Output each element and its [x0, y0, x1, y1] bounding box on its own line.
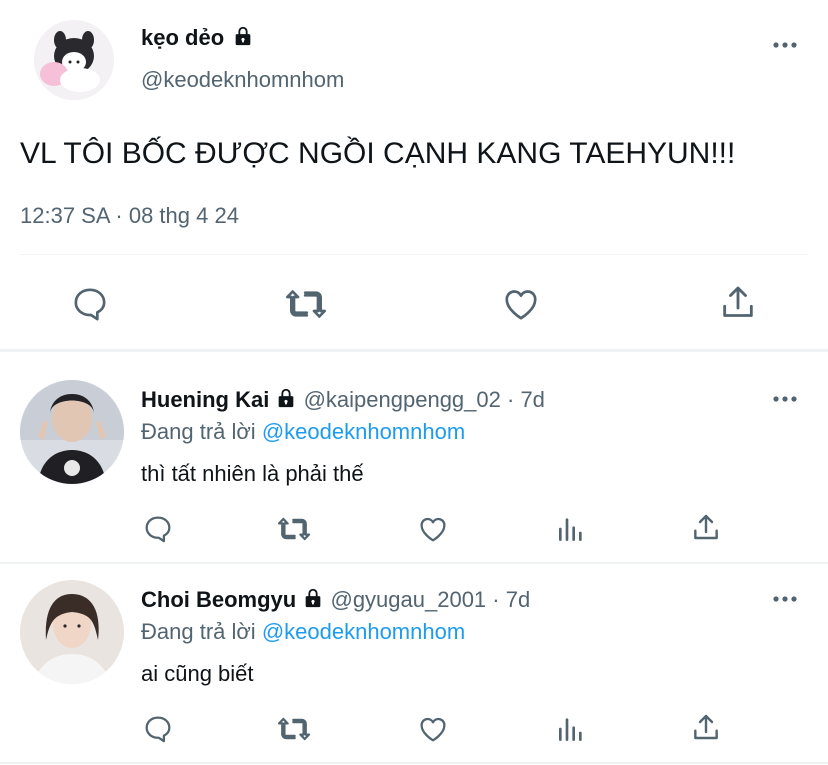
section-separator — [0, 349, 828, 352]
reply-icon[interactable] — [142, 513, 174, 545]
share-icon[interactable] — [690, 712, 722, 744]
replying-to-link[interactable]: @keodeknhomnhom — [262, 619, 465, 644]
like-icon[interactable] — [417, 713, 449, 745]
analytics-icon[interactable] — [555, 513, 587, 545]
reply-avatar[interactable] — [20, 580, 124, 684]
more-icon[interactable] — [770, 590, 800, 613]
reply-text: ai cũng biết — [141, 661, 254, 686]
reply-handle[interactable]: @kaipengpengg_02 — [304, 387, 501, 412]
reply-time[interactable]: · 7d — [507, 387, 545, 412]
reply-text: thì tất nhiên là phải thế — [141, 461, 364, 486]
divider — [0, 762, 828, 764]
share-icon[interactable] — [718, 283, 758, 323]
lock-icon — [232, 25, 254, 47]
analytics-icon[interactable] — [555, 713, 587, 745]
more-icon[interactable] — [770, 36, 800, 59]
divider — [0, 562, 828, 564]
retweet-icon[interactable] — [276, 513, 312, 545]
reply-header: Huening Kai @kaipengpengg_02 · 7d — [141, 386, 545, 414]
replying-to-label: Đang trả lời — [141, 419, 256, 444]
reply-time[interactable]: · 7d — [492, 587, 530, 612]
reply-display-name[interactable]: Huening Kai — [141, 387, 269, 412]
reply-icon[interactable] — [142, 713, 174, 745]
main-handle[interactable]: @keodeknhomnhom — [141, 66, 344, 94]
replying-to: Đang trả lời @keodeknhomnhom — [141, 418, 465, 446]
retweet-icon[interactable] — [284, 284, 328, 324]
reply-handle[interactable]: @gyugau_2001 — [330, 587, 486, 612]
share-icon[interactable] — [690, 512, 722, 544]
reply-header: Choi Beomgyu @gyugau_2001 · 7d — [141, 586, 530, 614]
retweet-icon[interactable] — [276, 713, 312, 745]
replying-to: Đang trả lời @keodeknhomnhom — [141, 618, 465, 646]
more-icon[interactable] — [770, 390, 800, 413]
like-icon[interactable] — [501, 284, 541, 324]
tweet-timestamp[interactable]: 12:37 SA · 08 thg 4 24 — [20, 202, 239, 230]
reply-display-name[interactable]: Choi Beomgyu — [141, 587, 296, 612]
main-avatar[interactable] — [34, 20, 114, 100]
replying-to-link[interactable]: @keodeknhomnhom — [262, 419, 465, 444]
like-icon[interactable] — [417, 513, 449, 545]
lock-icon — [302, 587, 324, 609]
tweet-text: VL TÔI BỐC ĐƯỢC NGỒI CẠNH KANG TAEHYUN!!… — [20, 137, 736, 170]
replying-to-label: Đang trả lời — [141, 619, 256, 644]
reply-icon[interactable] — [70, 284, 110, 324]
main-display-name[interactable]: kẹo dẻo — [141, 24, 254, 52]
reply-avatar[interactable] — [20, 380, 124, 484]
lock-icon — [275, 387, 297, 409]
divider — [20, 254, 808, 255]
